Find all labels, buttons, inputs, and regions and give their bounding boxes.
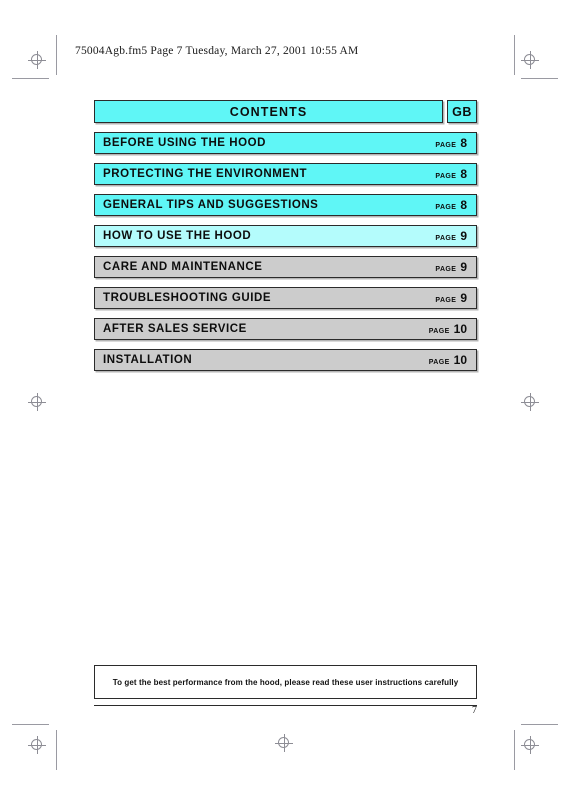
contents-sheet: CONTENTS GB BEFORE USING THE HOOD PAGE 8 PR…	[94, 100, 477, 371]
footer-rule	[94, 705, 477, 706]
toc-row-page-reference: PAGE 8	[435, 136, 467, 150]
toc-row-label: HOW TO USE THE HOOD	[103, 230, 252, 242]
toc-row[interactable]: AFTER SALES SERVICE PAGE 10	[94, 318, 477, 340]
toc-row-page-number: 10	[453, 353, 467, 367]
toc-row-page-number: 8	[460, 167, 467, 181]
toc-row-page-word: PAGE	[435, 173, 457, 180]
toc-row-page-reference: PAGE 8	[435, 198, 467, 212]
registration-mark-bottom-center	[275, 734, 293, 752]
toc-row-label: AFTER SALES SERVICE	[103, 323, 247, 335]
toc-row[interactable]: HOW TO USE THE HOOD PAGE 9	[94, 225, 477, 247]
toc-row-page-number: 10	[453, 322, 467, 336]
crop-line-top-right-horizontal	[521, 78, 558, 79]
language-badge: GB	[447, 100, 477, 123]
toc-row[interactable]: TROUBLESHOOTING GUIDE PAGE 9	[94, 287, 477, 309]
contents-title-row: CONTENTS GB	[94, 100, 477, 123]
toc-row-page-reference: PAGE 10	[429, 353, 467, 367]
registration-mark-middle-left	[28, 393, 46, 411]
toc-row-page-number: 9	[460, 291, 467, 305]
toc-row-page-word: PAGE	[428, 328, 450, 335]
contents-title-box: CONTENTS	[94, 100, 443, 123]
registration-mark-top-left	[28, 51, 46, 69]
crop-line-bottom-right-horizontal	[521, 724, 558, 725]
language-badge-label: GB	[452, 104, 472, 119]
toc-row[interactable]: BEFORE USING THE HOOD PAGE 8	[94, 132, 477, 154]
registration-mark-bottom-right	[521, 736, 539, 754]
toc-row[interactable]: PROTECTING THE ENVIRONMENT PAGE 8	[94, 163, 477, 185]
instructions-note-box: To get the best performance from the hoo…	[94, 665, 477, 699]
toc-row-page-word: PAGE	[428, 359, 450, 366]
toc-row-page-word: PAGE	[435, 235, 457, 242]
toc-row-page-reference: PAGE 9	[435, 260, 467, 274]
toc-row-label: GENERAL TIPS AND SUGGESTIONS	[103, 199, 319, 211]
toc-row-page-reference: PAGE 9	[435, 229, 467, 243]
page-title: CONTENTS	[229, 104, 308, 119]
document-header-line: 75004Agb.fm5 Page 7 Tuesday, March 27, 2…	[75, 45, 359, 57]
toc-row-page-word: PAGE	[435, 204, 457, 211]
crop-line-bottom-right-vertical	[514, 730, 515, 770]
toc-row-page-reference: PAGE 10	[429, 322, 467, 336]
toc-row-page-word: PAGE	[435, 297, 457, 304]
toc-row[interactable]: GENERAL TIPS AND SUGGESTIONS PAGE 8	[94, 194, 477, 216]
toc-row-label: PROTECTING THE ENVIRONMENT	[103, 168, 308, 180]
toc-row-page-word: PAGE	[435, 142, 457, 149]
toc-row-page-reference: PAGE 8	[435, 167, 467, 181]
toc-row[interactable]: CARE AND MAINTENANCE PAGE 9	[94, 256, 477, 278]
toc-row-page-number: 8	[460, 136, 467, 150]
toc-row-page-number: 8	[460, 198, 467, 212]
toc-row-label: INSTALLATION	[103, 354, 193, 366]
crop-line-bottom-left-horizontal	[12, 724, 49, 725]
registration-mark-middle-right	[521, 393, 539, 411]
crop-line-top-right-vertical	[514, 35, 515, 75]
registration-mark-top-right	[521, 51, 539, 69]
toc-row-page-reference: PAGE 9	[435, 291, 467, 305]
toc-row-label: CARE AND MAINTENANCE	[103, 261, 263, 273]
toc-row-page-number: 9	[460, 229, 467, 243]
toc-row-label: BEFORE USING THE HOOD	[103, 137, 266, 149]
crop-line-top-left-horizontal	[12, 78, 49, 79]
contents-list: BEFORE USING THE HOOD PAGE 8 PROTECTING THE…	[94, 132, 477, 371]
toc-row[interactable]: INSTALLATION PAGE 10	[94, 349, 477, 371]
toc-row-page-number: 9	[460, 260, 467, 274]
footer-page-number: 7	[472, 705, 477, 716]
crop-line-top-left-vertical	[56, 35, 57, 75]
crop-line-bottom-left-vertical	[56, 730, 57, 770]
instructions-note-text: To get the best performance from the hoo…	[112, 677, 459, 687]
toc-row-page-word: PAGE	[435, 266, 457, 273]
toc-row-label: TROUBLESHOOTING GUIDE	[103, 292, 272, 304]
registration-mark-bottom-left	[28, 736, 46, 754]
